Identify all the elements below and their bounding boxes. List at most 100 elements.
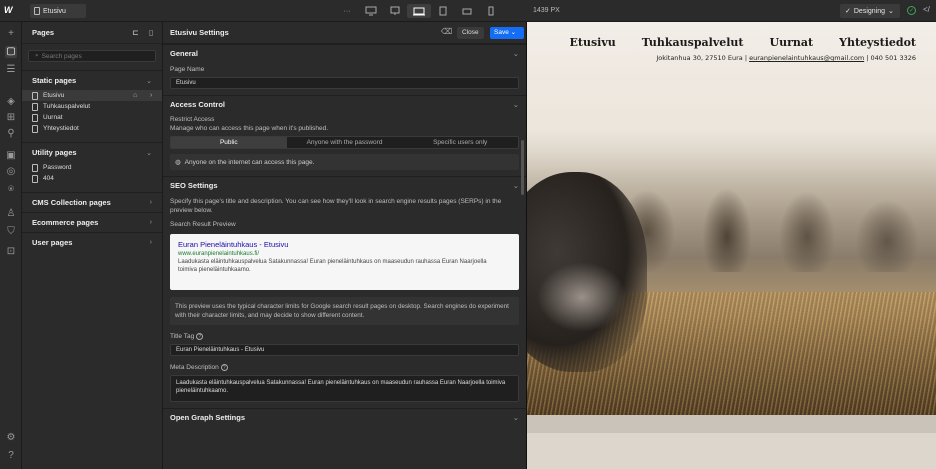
search-result-preview: Euran Pieneläintuhkaus - Etusivu www.eur… bbox=[170, 234, 519, 290]
left-toolbar: + ▢ ☰ ◈ ⊞ ⚲ ▣ ◎ ⍟ ♙ ⛉ ⊡ ⚙ ? bbox=[0, 22, 22, 469]
utility-pages-section[interactable]: Utility pages ⌄ bbox=[22, 142, 162, 162]
styles-icon[interactable]: ⚲ bbox=[5, 128, 17, 140]
help-icon[interactable]: ? bbox=[196, 332, 204, 340]
close-button[interactable]: Close bbox=[457, 27, 484, 39]
page-settings-panel: Etusivu Settings ⌫ Close Save ⌄ General ⌄… bbox=[163, 22, 527, 469]
current-page-selector[interactable]: Etusivu bbox=[30, 4, 86, 18]
access-option-password[interactable]: Anyone with the password bbox=[287, 137, 403, 148]
chevron-down-icon: ⌄ bbox=[512, 49, 519, 58]
page-icon bbox=[32, 124, 38, 133]
access-option-public[interactable]: Public bbox=[171, 137, 287, 148]
seo-description: Specify this page's title and descriptio… bbox=[170, 198, 502, 214]
breakpoint-toolbar: ··· bbox=[335, 4, 503, 18]
publish-status-icon[interactable]: ✓ bbox=[907, 6, 916, 15]
page-item-tuhkauspalvelut[interactable]: Tuhkauspalvelut bbox=[22, 101, 162, 112]
title-tag-input[interactable]: Euran Pieneläintuhkaus - Etusivu bbox=[170, 344, 519, 356]
chevron-down-icon: ⌄ bbox=[512, 413, 519, 422]
mode-selector[interactable]: ✓ Designing ⌄ bbox=[840, 4, 900, 18]
nav-link-etusivu[interactable]: Etusivu bbox=[570, 36, 616, 49]
nav-link-yhteystiedot[interactable]: Yhteystiedot bbox=[839, 36, 916, 49]
user-pages-section[interactable]: User pages › bbox=[22, 232, 162, 252]
code-icon[interactable]: </ bbox=[923, 5, 930, 14]
section-title: User pages bbox=[32, 238, 73, 247]
page-item-label: Etusivu bbox=[43, 92, 65, 99]
chevron-down-icon: ⌄ bbox=[512, 100, 519, 109]
cms-icon[interactable]: ◎ bbox=[5, 166, 17, 178]
page-item-etusivu[interactable]: Etusivu ⌂ › bbox=[22, 90, 162, 101]
canvas-width-readout: 1439 PX bbox=[533, 7, 560, 14]
page-item-label: Yhteystiedot bbox=[43, 125, 79, 132]
site-next-section bbox=[527, 433, 936, 469]
page-item-uurnat[interactable]: Uurnat bbox=[22, 112, 162, 123]
page-icon bbox=[32, 174, 38, 183]
nav-link-tuhkauspalvelut[interactable]: Tuhkauspalvelut bbox=[642, 36, 744, 49]
pages-panel: Pages ⊏ ▯ ⌕ Search pages Static pages ⌄ E… bbox=[22, 22, 163, 469]
site-contact-line: Jokitanhua 30, 27510 Eura | euranpienela… bbox=[656, 54, 916, 62]
section-title: Ecommerce pages bbox=[32, 218, 99, 227]
design-canvas[interactable]: Etusivu Tuhkauspalvelut Uurnat Yhteystie… bbox=[527, 22, 936, 469]
section-title: Open Graph Settings bbox=[170, 413, 246, 422]
meta-description-textarea[interactable]: Laadukasta eläintuhkauspalvelua Satakunn… bbox=[170, 375, 519, 402]
add-icon[interactable]: + bbox=[5, 28, 17, 40]
new-folder-icon[interactable]: ⊏ bbox=[132, 28, 139, 37]
section-title: General bbox=[170, 49, 198, 58]
nav-link-uurnat[interactable]: Uurnat bbox=[770, 36, 814, 49]
current-page-label: Etusivu bbox=[43, 7, 66, 15]
title-tag-label: Title Tag? bbox=[163, 332, 526, 341]
access-option-specific-users[interactable]: Specific users only bbox=[402, 137, 518, 148]
preview-url: www.euranpienelaintuhkaus.fi/ bbox=[178, 251, 260, 257]
assets-icon[interactable]: ▣ bbox=[5, 150, 17, 162]
delete-page-icon[interactable]: ⌫ bbox=[441, 27, 452, 36]
page-icon bbox=[32, 163, 38, 172]
ecommerce-pages-section[interactable]: Ecommerce pages › bbox=[22, 212, 162, 232]
save-button[interactable]: Save ⌄ bbox=[490, 27, 524, 39]
components-icon[interactable]: ◈ bbox=[5, 96, 17, 108]
apps-icon[interactable]: ⊡ bbox=[5, 246, 17, 258]
desktop-breakpoint-icon[interactable] bbox=[383, 4, 407, 18]
section-title: Access Control bbox=[170, 100, 226, 109]
mobile-landscape-breakpoint-icon[interactable] bbox=[455, 4, 479, 18]
tablet-breakpoint-icon[interactable] bbox=[431, 4, 455, 18]
settings-icon[interactable]: ⚙ bbox=[5, 432, 17, 444]
ecommerce-icon[interactable]: ⍟ bbox=[5, 184, 17, 196]
seo-section-header[interactable]: SEO Settings ⌄ bbox=[163, 176, 526, 194]
users-icon[interactable]: ♙ bbox=[5, 208, 17, 220]
static-pages-section[interactable]: Static pages ⌄ bbox=[22, 70, 162, 90]
help-icon[interactable]: ? bbox=[220, 363, 228, 371]
base-breakpoint-icon[interactable] bbox=[407, 4, 431, 18]
page-name-input[interactable]: Etusivu bbox=[170, 77, 519, 89]
page-item-yhteystiedot[interactable]: Yhteystiedot bbox=[22, 123, 162, 134]
pages-icon[interactable]: ▢ bbox=[5, 46, 17, 58]
open-graph-section-header[interactable]: Open Graph Settings ⌄ bbox=[163, 408, 526, 426]
restrict-access-description: Manage who can access this page when it'… bbox=[170, 125, 329, 132]
page-icon bbox=[32, 113, 38, 122]
section-title: CMS Collection pages bbox=[32, 198, 111, 207]
access-control-section-header[interactable]: Access Control ⌄ bbox=[163, 95, 526, 113]
site-hero: Etusivu Tuhkauspalvelut Uurnat Yhteystie… bbox=[527, 22, 936, 415]
navigator-icon[interactable]: ☰ bbox=[5, 64, 17, 76]
chevron-right-icon[interactable]: › bbox=[150, 92, 152, 99]
more-options-icon[interactable]: ··· bbox=[335, 4, 359, 18]
site-address: Jokitanhua 30, 27510 Eura bbox=[656, 54, 743, 62]
search-placeholder: Search pages bbox=[41, 52, 82, 60]
settings-title: Etusivu Settings bbox=[170, 28, 229, 37]
search-result-preview-label: Search Result Preview bbox=[170, 221, 236, 228]
page-item-label: Uurnat bbox=[43, 114, 63, 121]
cms-collection-pages-section[interactable]: CMS Collection pages › bbox=[22, 192, 162, 212]
variables-icon[interactable]: ⊞ bbox=[5, 112, 17, 124]
chevron-right-icon: › bbox=[149, 239, 152, 246]
mobile-portrait-breakpoint-icon[interactable] bbox=[479, 4, 503, 18]
webflow-logo[interactable]: W bbox=[4, 5, 18, 17]
settings-scrollbar[interactable] bbox=[521, 140, 524, 195]
cart-icon[interactable]: ⛉ bbox=[5, 226, 17, 238]
new-page-icon[interactable]: ▯ bbox=[149, 28, 153, 37]
general-section-header[interactable]: General ⌄ bbox=[163, 44, 526, 62]
page-item-404[interactable]: 404 bbox=[22, 173, 162, 184]
help-icon[interactable]: ? bbox=[5, 450, 17, 462]
search-pages-input[interactable]: ⌕ Search pages bbox=[28, 50, 156, 62]
access-info-text: Anyone on the internet can access this p… bbox=[184, 158, 315, 166]
page-item-password[interactable]: Password bbox=[22, 162, 162, 173]
desktop-large-breakpoint-icon[interactable] bbox=[359, 4, 383, 18]
chevron-down-icon: ⌄ bbox=[888, 8, 894, 15]
site-email-link[interactable]: euranpienelaintuhkaus@gmail.com bbox=[749, 54, 864, 62]
